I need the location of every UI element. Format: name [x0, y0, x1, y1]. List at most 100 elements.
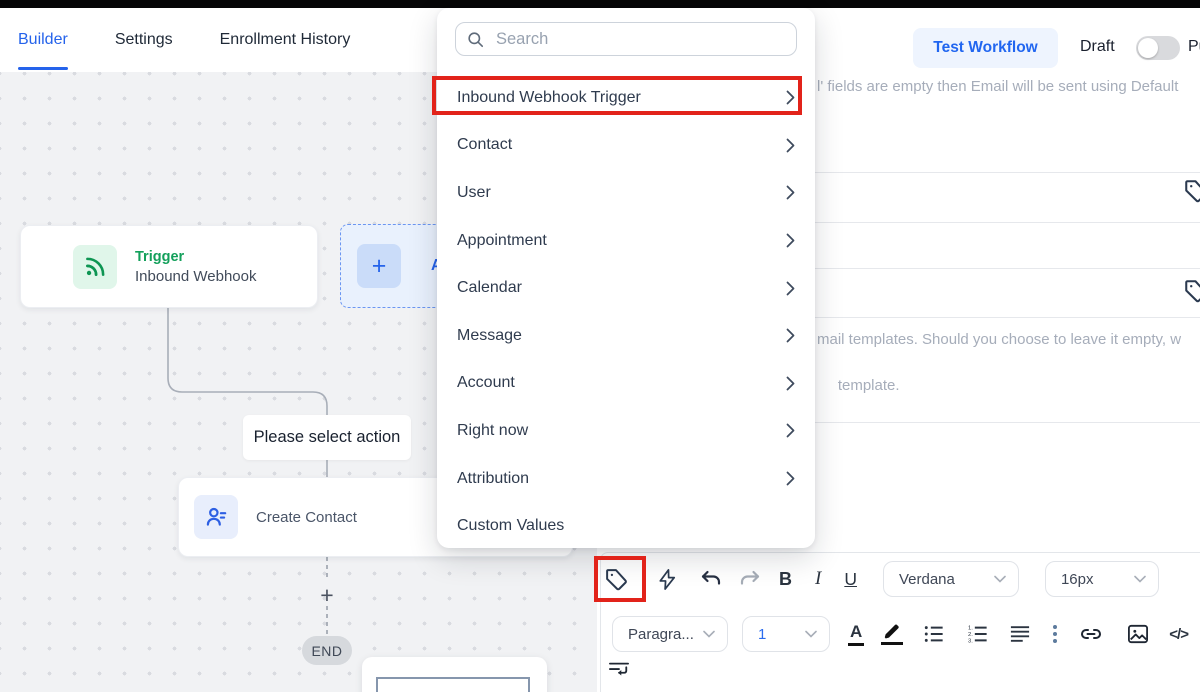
search-box [455, 22, 797, 56]
line-height-value: 1 [758, 626, 766, 643]
menu-item-calendar[interactable]: Calendar [437, 264, 815, 312]
chevron-right-icon [786, 233, 795, 248]
undo-arrow-icon [699, 567, 723, 591]
paragraph-style-select[interactable]: Paragra... [612, 616, 728, 652]
font-size-select[interactable]: 16px [1045, 561, 1159, 597]
font-size-value: 16px [1061, 571, 1094, 588]
helper-mid-line2: template. [834, 377, 900, 394]
rss-webhook-icon [82, 254, 108, 280]
trigger-node-texts: Trigger Inbound Webhook [135, 249, 257, 285]
italic-button[interactable]: I [815, 568, 821, 590]
helper-mid-line1: mail templates. Should you choose to lea… [817, 331, 1181, 348]
end-badge: END [302, 636, 352, 665]
svg-text:3.: 3. [968, 639, 973, 644]
numbered-list-button[interactable]: 1. 2. 3. [967, 624, 989, 644]
font-family-value: Verdana [899, 571, 955, 588]
tab-settings[interactable]: Settings [115, 8, 173, 72]
line-height-select[interactable]: 1 [742, 616, 830, 652]
action-picker-dropdown: Inbound Webhook Trigger Contact User App… [437, 8, 815, 548]
create-contact-label: Create Contact [256, 509, 357, 526]
chevron-down-icon [703, 630, 715, 638]
trigger-node-subtitle: Inbound Webhook [135, 268, 257, 285]
create-contact-texts: Create Contact [256, 509, 357, 526]
trigger-node[interactable]: Trigger Inbound Webhook [20, 225, 318, 308]
plus-icon: + [372, 254, 387, 279]
svg-text:1.: 1. [968, 626, 973, 632]
test-workflow-button[interactable]: Test Workflow [913, 28, 1058, 68]
numbered-list-icon: 1. 2. 3. [967, 624, 989, 644]
menu-item-inbound-webhook-trigger[interactable]: Inbound Webhook Trigger [437, 74, 815, 122]
bullet-list-icon [923, 624, 945, 644]
insert-custom-value-button[interactable] [594, 567, 638, 592]
lightning-bolt-icon [656, 568, 679, 591]
insert-step-plus[interactable]: + [315, 582, 339, 609]
editor-toolbar-row-1: B I U Verdana 16px [594, 556, 1159, 602]
search-input[interactable] [494, 29, 786, 50]
image-icon [1127, 624, 1149, 644]
plus-icon-tile: + [357, 244, 401, 288]
code-view-button[interactable]: </> [1169, 626, 1188, 643]
contact-icon-tile [194, 495, 238, 539]
chevron-right-icon [786, 328, 795, 343]
trigger-links-button[interactable] [656, 568, 679, 591]
please-select-action-label: Please select action [243, 415, 411, 460]
tag-icon[interactable] [1183, 278, 1200, 309]
helper-text-top: l' fields are empty then Email will be s… [817, 78, 1178, 95]
insert-link-button[interactable] [1079, 624, 1103, 644]
chevron-right-icon [786, 185, 795, 200]
menu-item-right-now[interactable]: Right now [437, 407, 815, 455]
align-button[interactable] [1009, 624, 1031, 644]
person-icon [203, 504, 229, 530]
chevron-right-icon [786, 423, 795, 438]
link-chain-icon [1079, 624, 1103, 644]
menu-item-user[interactable]: User [437, 169, 815, 217]
action-menu: Inbound Webhook Trigger Contact User App… [437, 74, 815, 550]
svg-text:2.: 2. [968, 632, 973, 638]
publish-toggle[interactable] [1136, 36, 1180, 60]
trigger-node-title: Trigger [135, 249, 257, 265]
menu-item-contact[interactable]: Contact [437, 122, 815, 170]
kebab-dots-icon [1053, 625, 1057, 629]
chevron-right-icon [786, 281, 795, 296]
search-icon [466, 30, 485, 49]
workflow-builder-app: Builder Settings Enrollment History Test… [0, 0, 1200, 692]
underline-button[interactable]: U [844, 569, 857, 590]
highlighter-marker-icon [882, 623, 902, 641]
helper-text-mid: mail templates. Should you choose to lea… [817, 328, 1181, 397]
webhook-icon-tile [73, 245, 117, 289]
menu-item-attribution[interactable]: Attribution [437, 455, 815, 503]
publish-label-partial: Pu [1188, 38, 1200, 56]
menu-item-account[interactable]: Account [437, 360, 815, 408]
chevron-down-icon [805, 630, 817, 638]
bottom-popup-inner-box[interactable] [376, 677, 530, 692]
bottom-popup-card [362, 657, 547, 692]
insert-image-button[interactable] [1127, 624, 1149, 644]
bullet-list-button[interactable] [923, 624, 945, 644]
line-break-button[interactable] [608, 660, 630, 680]
chevron-right-icon [786, 90, 795, 105]
redo-arrow-icon [738, 567, 762, 591]
more-options-button[interactable] [1053, 625, 1057, 643]
text-color-button[interactable]: A [848, 622, 864, 646]
editor-toolbar-row-2: Paragra... 1 A 1. 2. [612, 616, 1188, 652]
menu-item-appointment[interactable]: Appointment [437, 217, 815, 265]
tab-enrollment-history[interactable]: Enrollment History [220, 8, 351, 72]
tag-icon [604, 567, 629, 592]
redo-button[interactable] [738, 567, 762, 591]
chevron-right-icon [786, 138, 795, 153]
nav-tabs: Builder Settings Enrollment History [18, 8, 350, 72]
chevron-right-icon [786, 471, 795, 486]
draft-label: Draft [1080, 38, 1115, 56]
bold-button[interactable]: B [779, 569, 792, 590]
chevron-down-icon [1134, 575, 1146, 583]
undo-button[interactable] [699, 567, 723, 591]
menu-item-custom-values[interactable]: Custom Values [437, 502, 815, 550]
align-left-icon [1009, 624, 1031, 644]
tag-icon[interactable] [1183, 178, 1200, 209]
tab-builder[interactable]: Builder [18, 8, 68, 72]
line-break-icon [608, 660, 630, 680]
paragraph-style-value: Paragra... [628, 626, 694, 643]
font-family-select[interactable]: Verdana [883, 561, 1019, 597]
highlight-color-button[interactable] [881, 623, 903, 645]
menu-item-message[interactable]: Message [437, 312, 815, 360]
